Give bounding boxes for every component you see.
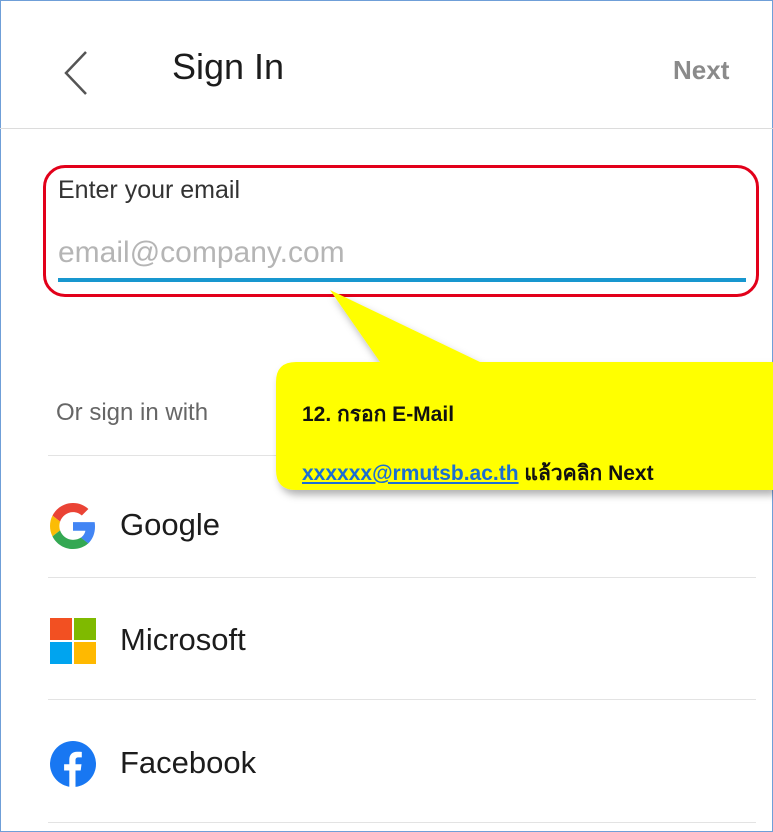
divider xyxy=(48,577,756,578)
microsoft-icon xyxy=(50,618,96,664)
divider xyxy=(48,455,756,456)
facebook-sign-in-button[interactable]: Facebook xyxy=(48,705,756,817)
callout-suffix: แล้วคลิก Next xyxy=(518,462,654,485)
chevron-left-icon xyxy=(64,51,87,95)
microsoft-sign-in-button[interactable]: Microsoft xyxy=(48,582,756,694)
divider xyxy=(48,822,756,823)
next-button[interactable]: Next xyxy=(673,55,729,86)
google-icon xyxy=(50,503,96,549)
page-title: Sign In xyxy=(172,46,285,87)
provider-label: Facebook xyxy=(120,745,257,780)
provider-label: Microsoft xyxy=(120,622,246,657)
provider-label: Google xyxy=(120,507,220,542)
facebook-icon xyxy=(50,741,96,787)
back-button[interactable] xyxy=(60,50,92,96)
or-sign-in-with-label: Or sign in with xyxy=(56,399,209,426)
divider xyxy=(48,699,756,700)
app-header: Sign In Next xyxy=(0,0,773,129)
callout-title: 12. กรอก E-Mail xyxy=(302,403,455,426)
highlight-box xyxy=(43,165,759,297)
email-example-link[interactable]: xxxxxx@rmutsb.ac.th xyxy=(302,462,519,485)
callout-instruction: xxxxxx@rmutsb.ac.th แล้วคลิก Next xyxy=(302,457,654,490)
